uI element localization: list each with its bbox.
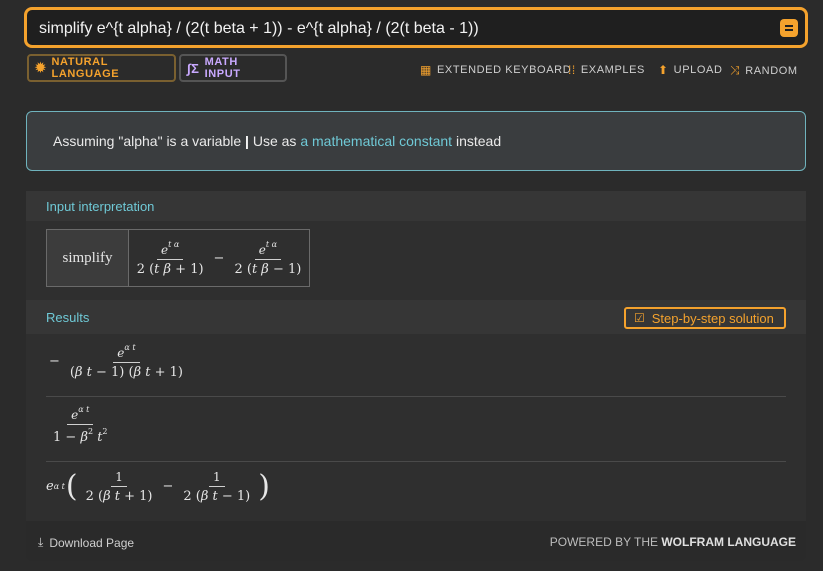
results-panel: Input interpretation simplify et α2 (t β… <box>26 191 806 561</box>
assumption-text: Assuming "alpha" is a variable | Use as … <box>53 133 501 149</box>
gear-icon: ✹ <box>35 60 47 75</box>
input-math: et α2 (t β + 1) − et α2 (t β − 1) <box>136 239 302 277</box>
interpretation-title: Input interpretation <box>46 199 155 214</box>
download-page-button[interactable]: ⤓ Download Page <box>38 535 134 550</box>
results-title: Results <box>46 310 90 325</box>
powered-by[interactable]: POWERED BY THE WOLFRAM LANGUAGE <box>550 535 796 549</box>
math-input-label: MATH INPUT <box>204 56 241 80</box>
interpretation-header: Input interpretation <box>26 191 806 221</box>
grid-icon: ⁞⁞ <box>568 63 576 77</box>
powered-brand: WOLFRAM LANGUAGE <box>661 535 796 549</box>
random-label: RANDOM <box>745 64 798 77</box>
assumption-prefix: Assuming "alpha" is a variable <box>53 133 242 149</box>
constant-link[interactable]: a mathematical constant <box>300 133 452 149</box>
sigma-icon: ∫Σ <box>187 60 200 76</box>
powered-prefix: POWERED BY THE <box>549 535 658 549</box>
examples-label: EXAMPLES <box>580 64 645 76</box>
upload-button[interactable]: ⬆ UPLOAD <box>658 63 723 77</box>
result-2: eα t1 − β2 t2 <box>46 405 786 445</box>
shuffle-icon: ⤨ <box>730 63 741 77</box>
result-3-math: eα t ( 12 (β t + 1) − 12 (β t − 1) ) <box>46 469 270 504</box>
result-1-math: − eα t (β t − 1) (β t + 1) <box>49 343 183 380</box>
upload-icon: ⬆ <box>658 63 669 77</box>
step-by-step-label: Step-by-step solution <box>651 310 774 326</box>
search-input[interactable]: simplify e^{t alpha} / (2(t beta + 1)) -… <box>39 20 479 38</box>
math-input-button[interactable]: ∫Σ MATH INPUT <box>179 54 287 82</box>
random-button[interactable]: ⤨ RANDOM <box>730 63 798 78</box>
result-1: − eα t (β t − 1) (β t + 1) <box>46 343 786 380</box>
assumption-separator: | <box>245 133 249 149</box>
result-3: eα t ( 12 (β t + 1) − 12 (β t − 1) ) <box>46 469 786 504</box>
upload-label: UPLOAD <box>673 64 723 76</box>
extended-keyboard-label: EXTENDED KEYBOARD <box>436 64 572 76</box>
download-label: Download Page <box>49 535 135 550</box>
keyboard-icon: ▦ <box>420 63 432 77</box>
extended-keyboard-button[interactable]: ▦ EXTENDED KEYBOARD <box>420 63 571 77</box>
step-by-step-button[interactable]: ☑ Step-by-step solution <box>624 307 786 329</box>
download-icon: ⤓ <box>38 535 44 549</box>
menu-icon[interactable] <box>780 19 798 37</box>
natural-language-label: NATURAL LANGUAGE <box>51 56 120 80</box>
natural-language-button[interactable]: ✹ NATURAL LANGUAGE <box>27 54 176 82</box>
result-2-math: eα t1 − β2 t2 <box>53 405 108 445</box>
interpretation-command: simplify <box>47 230 129 286</box>
search-bar[interactable]: simplify e^{t alpha} / (2(t beta + 1)) -… <box>24 7 808 48</box>
result-divider <box>46 461 786 462</box>
checkbox-icon: ☑ <box>634 311 645 325</box>
assumption-use-as: Use as <box>252 133 297 149</box>
input-interpretation: simplify et α2 (t β + 1) − et α2 (t β − … <box>46 229 310 287</box>
result-divider <box>46 396 786 397</box>
interpretation-expression: et α2 (t β + 1) − et α2 (t β − 1) <box>129 230 309 286</box>
assumption-suffix: instead <box>455 133 502 149</box>
panel-footer: ⤓ Download Page POWERED BY THE WOLFRAM L… <box>26 521 806 561</box>
assumption-box: Assuming "alpha" is a variable | Use as … <box>26 111 806 171</box>
examples-button[interactable]: ⁞⁞ EXAMPLES <box>568 63 645 77</box>
